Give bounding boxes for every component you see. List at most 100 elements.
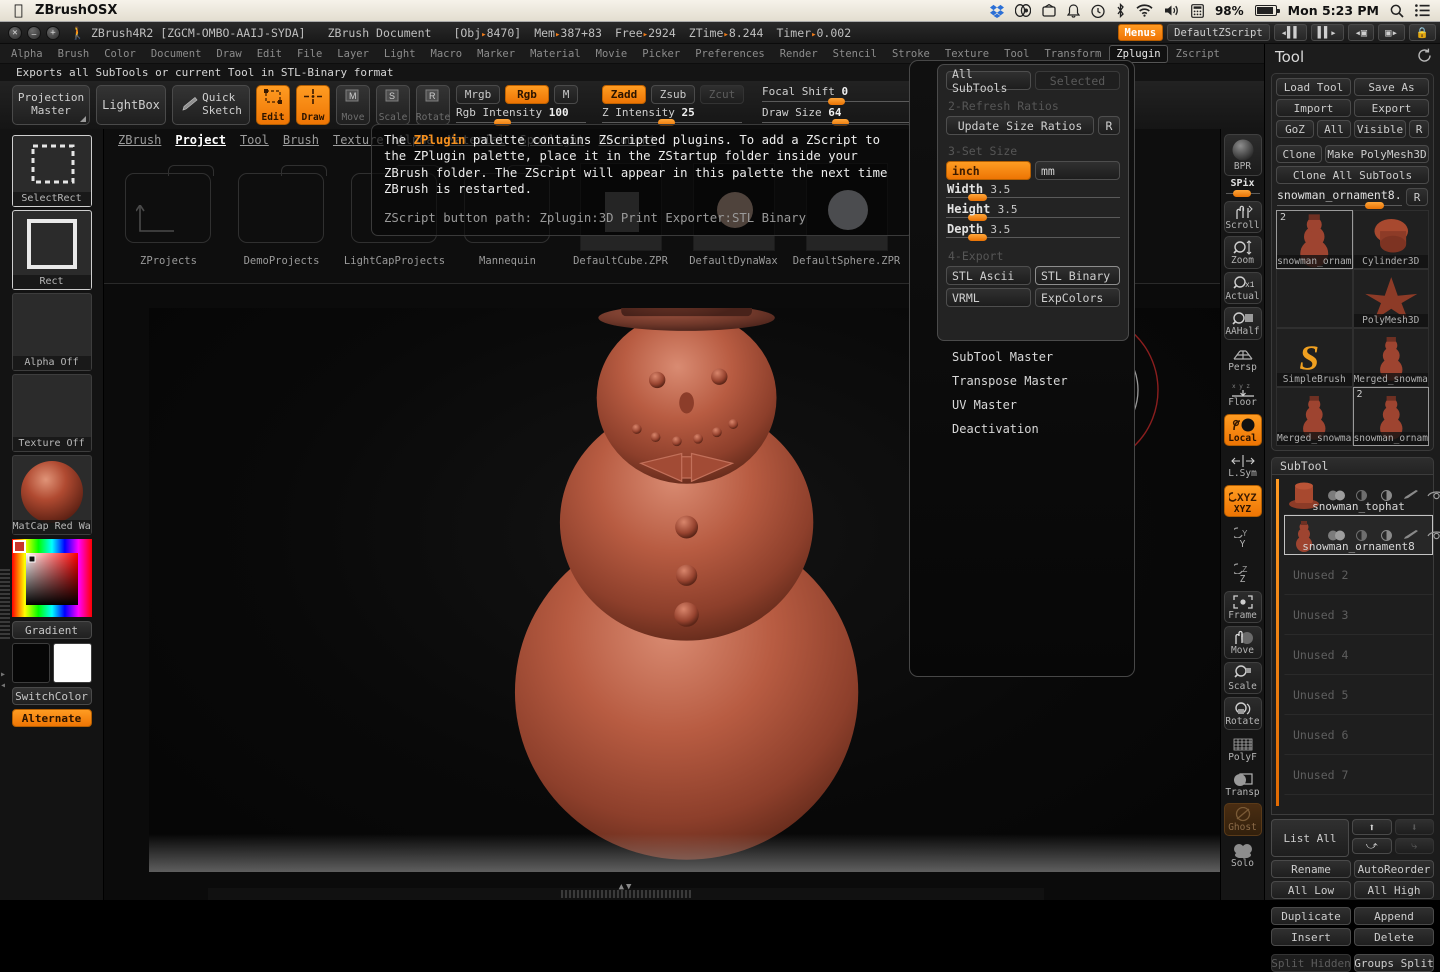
width-slider[interactable]: Width 3.5 (946, 183, 1120, 200)
lightbox-button[interactable]: LightBox (96, 85, 166, 125)
lightbox-item[interactable]: DemoProjects (225, 151, 338, 279)
make-polymesh3d-button[interactable]: Make PolyMesh3D (1325, 145, 1429, 163)
iconbar-y-button[interactable]: YY (1224, 520, 1262, 552)
tool-thumbnail[interactable] (1276, 269, 1353, 328)
export-button[interactable]: Export (1354, 99, 1429, 117)
visible-button[interactable]: Visible (1354, 120, 1406, 138)
move-up-button[interactable]: ⬆ (1352, 819, 1392, 835)
maximize-icon[interactable]: + (46, 26, 60, 40)
stl-binary-button[interactable]: STL Binary (1035, 266, 1120, 285)
iconbar-frame-button[interactable]: Frame (1224, 591, 1262, 623)
subtool-row-unused[interactable]: Unused 3 (1284, 595, 1433, 635)
iconbar-transp-button[interactable]: Transp (1224, 768, 1262, 800)
menu-item-stencil[interactable]: Stencil (826, 45, 884, 63)
primary-color-swatch[interactable] (12, 643, 51, 683)
iconbar-scale-button[interactable]: Scale (1224, 662, 1262, 694)
secondary-color-swatch[interactable] (53, 643, 92, 683)
zplugin-popup[interactable]: All SubTools Selected 2-Refresh Ratios U… (909, 60, 1135, 677)
all-high-button[interactable]: All High (1354, 881, 1434, 899)
volume-icon[interactable] (1164, 4, 1180, 17)
lock-icon[interactable]: 🔒 (1409, 24, 1436, 41)
iconbar-floor-button[interactable]: x y zFloor (1224, 378, 1262, 410)
m-button[interactable]: M (554, 85, 578, 104)
menu-item-brush[interactable]: Brush (51, 45, 97, 63)
apple-icon[interactable]:  (14, 3, 23, 18)
quick-sketch-button[interactable]: Quick Sketch (172, 85, 250, 125)
switch-color-button[interactable]: SwitchColor (12, 687, 92, 705)
expcolors-button[interactable]: ExpColors (1035, 288, 1120, 307)
rgb-intensity-slider[interactable]: Rgb Intensity 100 (456, 106, 586, 125)
calculator-icon[interactable] (1191, 4, 1204, 18)
current-tool-slider[interactable]: snowman_ornament8. R (1277, 188, 1428, 208)
draw-size-slider[interactable]: Draw Size 64 (762, 106, 912, 125)
tool-thumbnail[interactable]: SSimpleBrush (1276, 328, 1353, 387)
zscript-prev-button[interactable]: ◂▌▌ (1274, 24, 1307, 41)
scale-button[interactable]: S Scale (376, 85, 410, 125)
subtool-row[interactable]: snowman_tophat (1284, 475, 1433, 515)
menu-item-draw[interactable]: Draw (209, 45, 248, 63)
list-all-button[interactable]: List All (1271, 819, 1349, 857)
refresh-icon[interactable] (1417, 48, 1432, 66)
lightbox-item[interactable]: ZProjects (112, 151, 225, 279)
menu-item-zscript[interactable]: Zscript (1169, 45, 1227, 63)
wifi-icon[interactable] (1136, 4, 1153, 17)
menu-item-layer[interactable]: Layer (330, 45, 376, 63)
update-ratios-r-button[interactable]: R (1098, 116, 1120, 135)
iconbar-ghost-button[interactable]: Ghost (1224, 803, 1262, 835)
groups-split-button[interactable]: Groups Split (1354, 954, 1434, 972)
canvas-bottom-scrollbar[interactable]: ▲▼ (208, 888, 1044, 900)
depth-slider[interactable]: Depth 3.5 (946, 223, 1120, 240)
rename-button[interactable]: Rename (1271, 860, 1351, 878)
spotlight-icon[interactable] (1390, 4, 1404, 18)
projection-master-button[interactable]: Projection Master (12, 85, 90, 125)
split-hidden-button[interactable]: Split Hidden (1271, 954, 1351, 972)
tool-thumbnail[interactable]: Merged_snowman (1276, 387, 1353, 446)
all-subtools-button[interactable]: All SubTools (946, 71, 1031, 90)
focal-shift-knob[interactable] (828, 98, 845, 105)
selected-button[interactable]: Selected (1035, 71, 1120, 90)
iconbar-rotate-button[interactable]: Rotate (1224, 697, 1262, 729)
menu-item-alpha[interactable]: Alpha (4, 45, 50, 63)
zcut-button[interactable]: Zcut (700, 85, 744, 104)
left-tray-grip[interactable] (0, 569, 10, 639)
tool-thumbnail[interactable]: Cylinder3D (1353, 210, 1430, 269)
draw-button[interactable]: Draw (296, 85, 330, 125)
focal-shift-slider[interactable]: Focal Shift 0 (762, 85, 912, 104)
subtool-row[interactable]: snowman_ornament8 (1284, 515, 1433, 555)
delete-button[interactable]: Delete (1354, 928, 1434, 946)
all-low-button[interactable]: All Low (1271, 881, 1351, 899)
iconbar-solo-button[interactable]: Solo (1224, 839, 1262, 871)
alternate-button[interactable]: Alternate (12, 709, 92, 727)
lightbox-tab-zbrush[interactable]: ZBrush (118, 133, 161, 147)
iconbar-z-button[interactable]: ZZ (1224, 555, 1262, 587)
menus-button[interactable]: Menus (1118, 24, 1164, 41)
goz-button[interactable]: GoZ (1276, 120, 1314, 138)
mm-button[interactable]: mm (1035, 161, 1120, 180)
update-size-ratios-button[interactable]: Update Size Ratios (946, 116, 1094, 135)
rgb-button[interactable]: Rgb (505, 85, 549, 104)
rotate-button[interactable]: R Rotate (416, 85, 450, 125)
stroke-rect-tile[interactable]: Rect (12, 210, 92, 290)
menu-item-marker[interactable]: Marker (470, 45, 522, 63)
mrgb-button[interactable]: Mrgb (456, 85, 500, 104)
zadd-button[interactable]: Zadd (602, 85, 646, 104)
clone-button[interactable]: Clone (1276, 145, 1322, 163)
subtool-row-unused[interactable]: Unused 7 (1284, 755, 1433, 795)
subtool-row-unused[interactable]: Unused 5 (1284, 675, 1433, 715)
menu-item-document[interactable]: Document (144, 45, 209, 63)
iconbar-aahalf-button[interactable]: AAHalf (1224, 307, 1262, 339)
menu-item-render[interactable]: Render (773, 45, 825, 63)
default-zscript-button[interactable]: DefaultZScript (1167, 24, 1270, 41)
dropbox-icon[interactable] (990, 4, 1004, 18)
clone-all-subtools-button[interactable]: Clone All SubTools (1276, 166, 1429, 184)
merge-up-button[interactable]: ⤻ (1352, 838, 1392, 854)
layout-prev-button[interactable]: ◂▣ (1348, 24, 1375, 41)
menu-item-material[interactable]: Material (523, 45, 588, 63)
tool-thumbnail[interactable]: 2snowman_ornam (1276, 210, 1353, 269)
z-intensity-slider[interactable]: Z Intensity 25 (602, 106, 744, 125)
iconbar-l-sym-button[interactable]: L.Sym (1224, 449, 1262, 481)
import-button[interactable]: Import (1276, 99, 1351, 117)
notification-center-icon[interactable] (1415, 4, 1430, 17)
gradient-button[interactable]: Gradient (12, 621, 92, 639)
tool-thumbnail[interactable]: 2snowman_ornam (1353, 387, 1430, 446)
